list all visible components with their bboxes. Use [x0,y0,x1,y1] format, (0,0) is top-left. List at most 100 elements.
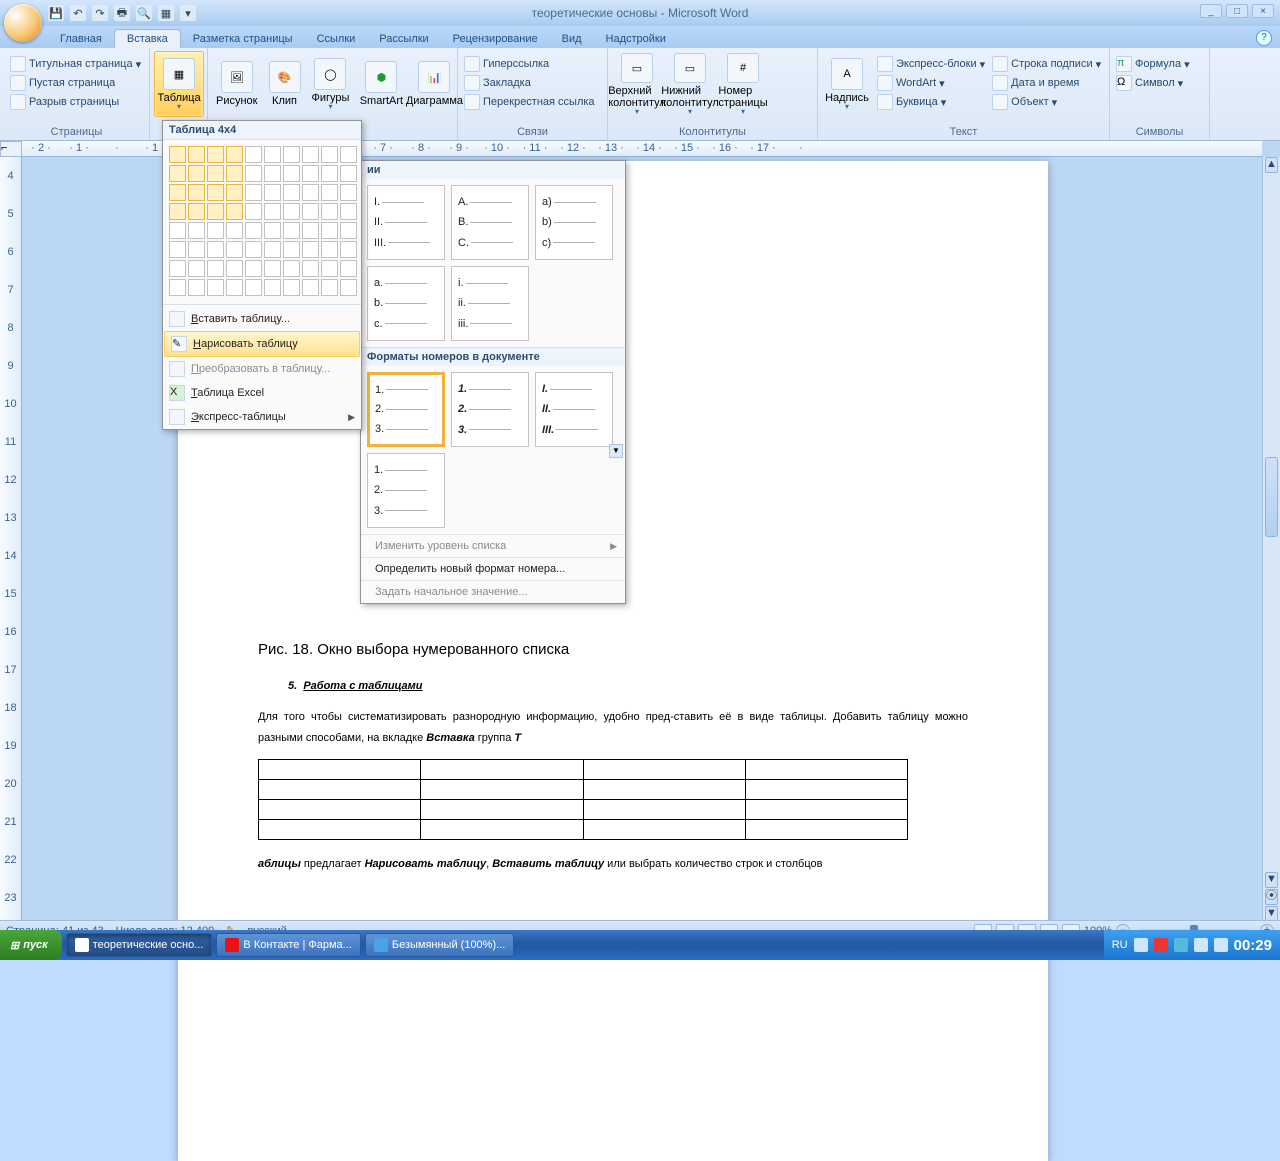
tray-icon[interactable] [1174,938,1188,952]
grid-cell[interactable] [207,260,224,277]
grid-cell[interactable] [340,146,357,163]
start-button[interactable]: ⊞пуск [0,930,62,960]
draw-table[interactable]: ✎Нарисовать таблицу [164,331,360,357]
grid-cell[interactable] [169,184,186,201]
grid-cell[interactable] [226,279,243,296]
scroll-thumb[interactable] [1265,457,1278,537]
grid-cell[interactable] [245,203,262,220]
bookmark[interactable]: Закладка [462,74,597,92]
excel-table[interactable]: XТаблица Excel [163,381,361,405]
restore-button[interactable]: □ [1226,4,1248,18]
grid-cell[interactable] [264,184,281,201]
grid-cell[interactable] [302,184,319,201]
vertical-scrollbar[interactable]: ▲ ▼ ⦿ ▼ [1262,157,1280,922]
grid-cell[interactable] [169,146,186,163]
numbering-option[interactable]: I.II.III. [535,372,613,447]
grid-cell[interactable] [340,222,357,239]
gallery-scroll-down[interactable]: ▼ [609,444,623,458]
help-button[interactable]: ? [1256,30,1272,46]
tab-insert[interactable]: Вставка [114,29,181,48]
grid-cell[interactable] [321,146,338,163]
smartart-button[interactable]: ⬢SmartArt [356,51,406,117]
numbering-option[interactable]: i.ii.iii. [451,266,529,341]
tab-page-layout[interactable]: Разметка страницы [181,30,305,48]
grid-cell[interactable] [340,165,357,182]
grid-cell[interactable] [169,203,186,220]
grid-cell[interactable] [264,279,281,296]
ruler-corner[interactable]: ⌐ [0,141,22,157]
document-table[interactable] [258,759,908,840]
cover-page[interactable]: Титульная страница▾ [8,55,143,73]
grid-cell[interactable] [169,279,186,296]
tray-icon[interactable] [1134,938,1148,952]
grid-cell[interactable] [264,260,281,277]
tray-icon[interactable] [1154,938,1168,952]
grid-cell[interactable] [169,165,186,182]
hyperlink[interactable]: Гиперссылка [462,55,597,73]
wordart[interactable]: WordArt▾ [875,74,987,92]
grid-cell[interactable] [207,146,224,163]
grid-cell[interactable] [169,241,186,258]
grid-cell[interactable] [283,241,300,258]
grid-cell[interactable] [169,222,186,239]
grid-cell[interactable] [321,241,338,258]
grid-cell[interactable] [226,222,243,239]
grid-cell[interactable] [302,146,319,163]
grid-cell[interactable] [283,184,300,201]
grid-cell[interactable] [245,222,262,239]
grid-cell[interactable] [226,184,243,201]
tab-addins[interactable]: Надстройки [594,30,678,48]
page-break[interactable]: Разрыв страницы [8,93,143,111]
formula[interactable]: πФормула▾ [1114,55,1192,73]
grid-cell[interactable] [283,279,300,296]
tab-view[interactable]: Вид [550,30,594,48]
crossref[interactable]: Перекрестная ссылка [462,93,597,111]
taskbar-app[interactable]: Безымянный (100%)... [365,933,514,957]
grid-cell[interactable] [302,279,319,296]
grid-cell[interactable] [283,203,300,220]
min-button[interactable]: _ [1200,4,1222,18]
dropcap[interactable]: Буквица▾ [875,93,987,111]
grid-cell[interactable] [226,165,243,182]
picture-button[interactable]: 🖼Рисунок [212,51,262,117]
vertical-ruler[interactable]: 4567891011121314151617181920212223 [0,157,22,922]
grid-cell[interactable] [188,203,205,220]
grid-cell[interactable] [264,203,281,220]
grid-cell[interactable] [188,184,205,201]
grid-cell[interactable] [188,222,205,239]
symbol[interactable]: ΩСимвол▾ [1114,74,1192,92]
grid-cell[interactable] [302,165,319,182]
scroll-up[interactable]: ▲ [1265,157,1278,173]
grid-cell[interactable] [321,184,338,201]
numbering-option[interactable]: a)b)c) [535,185,613,260]
grid-cell[interactable] [188,241,205,258]
grid-cell[interactable] [188,260,205,277]
grid-cell[interactable] [226,260,243,277]
tab-review[interactable]: Рецензирование [441,30,550,48]
numbering-option[interactable]: A.B.C. [451,185,529,260]
taskbar-app[interactable]: теоретические осно... [66,933,213,957]
clock[interactable]: 00:29 [1234,937,1272,954]
grid-cell[interactable] [245,260,262,277]
quick-tables[interactable]: Экспресс-таблицы▶ [163,405,361,429]
table-size-grid[interactable] [163,140,361,302]
grid-cell[interactable] [207,222,224,239]
grid-cell[interactable] [207,279,224,296]
grid-cell[interactable] [207,203,224,220]
grid-cell[interactable] [245,241,262,258]
footer-button[interactable]: ▭Нижний колонтитул▾ [665,51,715,117]
grid-cell[interactable] [245,146,262,163]
grid-cell[interactable] [302,203,319,220]
grid-cell[interactable] [226,203,243,220]
numbering-option[interactable]: 1.2.3. [451,372,529,447]
grid-cell[interactable] [321,260,338,277]
define-format[interactable]: Определить новый формат номера... [361,557,625,580]
grid-cell[interactable] [226,146,243,163]
grid-cell[interactable] [207,165,224,182]
insert-table[interactable]: Вставить таблицу... [163,304,361,331]
grid-cell[interactable] [207,184,224,201]
date-time[interactable]: Дата и время [990,74,1103,92]
grid-cell[interactable] [321,165,338,182]
numbering-option[interactable]: 1.2.3. [367,372,445,447]
chart-button[interactable]: 📊Диаграмма [409,51,459,117]
